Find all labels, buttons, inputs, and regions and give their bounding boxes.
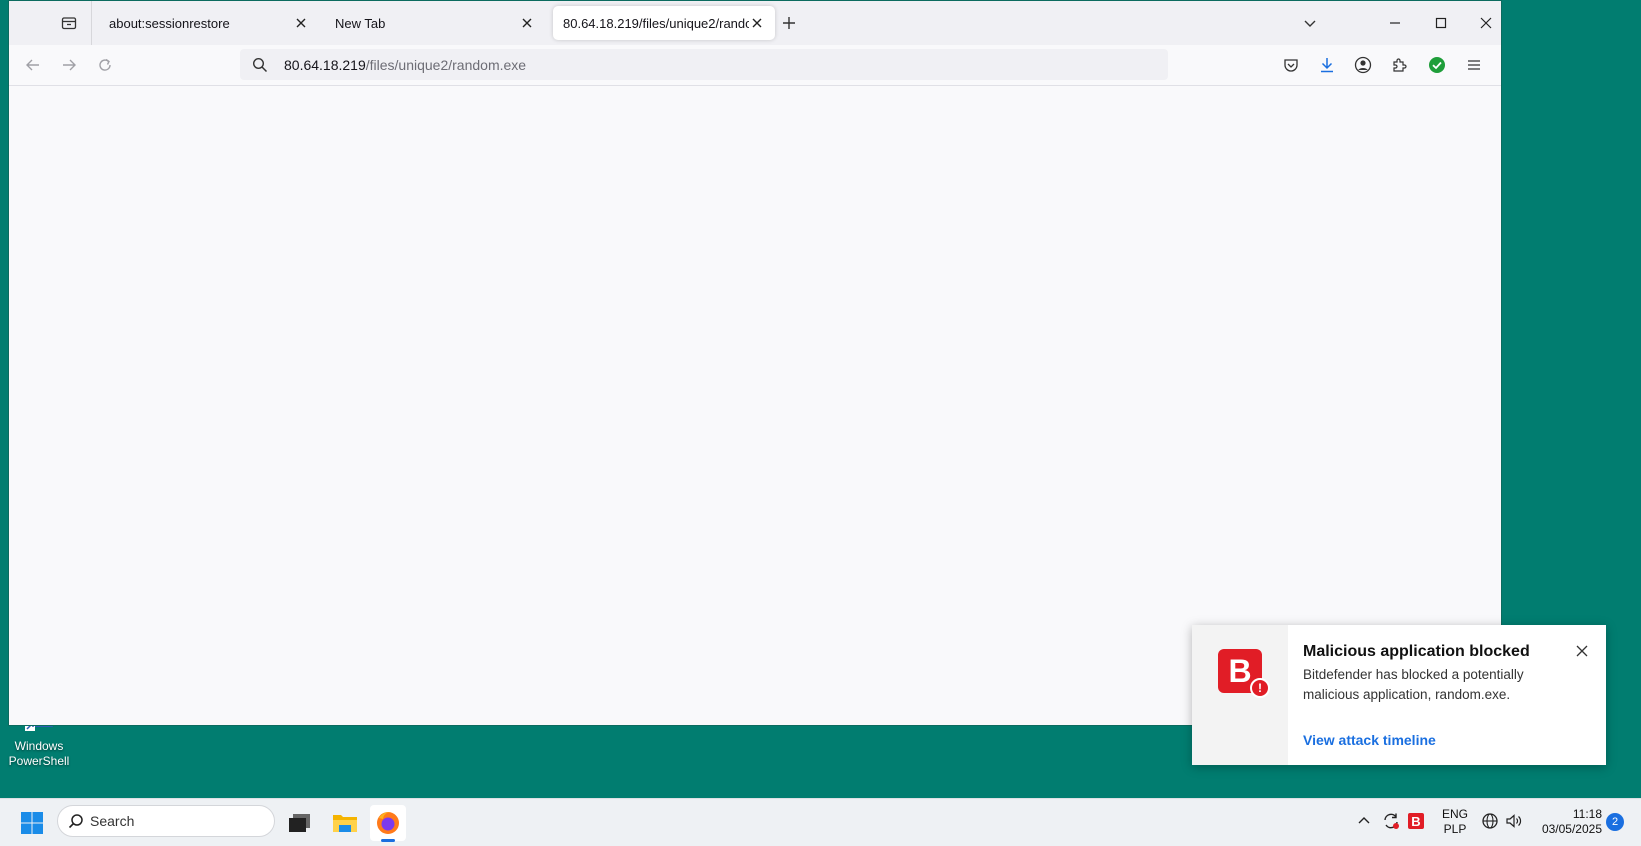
notification-title: Malicious application blocked (1303, 643, 1530, 660)
hamburger-menu-icon (1468, 60, 1480, 70)
close-icon (1480, 17, 1492, 29)
url-host: 80.64.18.219 (284, 56, 366, 73)
speaker-icon (1506, 814, 1522, 828)
notification-icon-panel: B ! (1192, 625, 1288, 765)
url-text[interactable]: 80.64.18.219/files/unique2/random.exe (284, 57, 526, 73)
reload-button[interactable] (93, 53, 117, 77)
firefox-view-icon (61, 17, 77, 30)
navigation-toolbar: 80.64.18.219/files/unique2/random.exe (9, 45, 1501, 86)
input-language-indicator[interactable]: ENG PLP (1437, 807, 1473, 837)
close-icon (296, 18, 306, 28)
taskbar: Search B ENG PLP 11:18 03/05/2025 2 (0, 798, 1641, 846)
address-bar[interactable]: 80.64.18.219/files/unique2/random.exe (240, 49, 1168, 80)
search-icon (68, 814, 83, 829)
forward-button[interactable] (57, 53, 81, 77)
close-tab-button[interactable] (749, 15, 765, 31)
back-button[interactable] (21, 53, 45, 77)
file-explorer-button[interactable] (327, 805, 363, 841)
bitdefender-extension-button[interactable] (1425, 53, 1449, 77)
search-placeholder: Search (90, 813, 135, 829)
close-tab-button[interactable] (293, 15, 309, 31)
plus-icon (783, 17, 795, 29)
tab-title: New Tab (335, 15, 386, 31)
task-view-button[interactable] (282, 805, 318, 841)
folder-icon (333, 815, 357, 832)
language-line-2: PLP (1443, 822, 1467, 836)
windows-logo-icon (21, 812, 43, 834)
check-circle-icon (1429, 57, 1445, 73)
reload-icon (99, 58, 111, 71)
bitdefender-notification[interactable]: B ! Malicious application blocked Bitdef… (1192, 625, 1606, 765)
tab-title: about:sessionrestore (109, 15, 230, 31)
downloads-button[interactable] (1315, 53, 1339, 77)
language-line-1: ENG (1441, 807, 1468, 821)
new-tab-button[interactable] (777, 11, 801, 35)
firefox-icon (377, 812, 399, 834)
notification-count-badge[interactable]: 2 (1606, 813, 1624, 831)
bitdefender-tray-icon: B (1408, 813, 1424, 829)
volume-tray-button[interactable] (1500, 807, 1528, 835)
minimize-button[interactable] (1380, 9, 1410, 37)
tab-bar: about:sessionrestore New Tab 80.64.18.21… (9, 1, 1501, 45)
warning-badge-icon: ! (1250, 678, 1270, 698)
sync-icon (1384, 813, 1399, 829)
chevron-down-icon (1304, 20, 1316, 27)
pocket-button[interactable] (1279, 53, 1303, 77)
search-icon (252, 57, 272, 73)
notification-message: Bitdefender has blocked a potentially ma… (1303, 667, 1524, 702)
minimize-icon (1390, 22, 1400, 24)
tab-session-restore[interactable]: about:sessionrestore (99, 6, 319, 40)
desktop-icon-label: Windows PowerShell (8, 739, 70, 768)
firefox-taskbar-button[interactable] (370, 805, 406, 841)
account-icon (1354, 56, 1372, 74)
notification-close-button[interactable] (1572, 641, 1592, 661)
firefox-view-button[interactable] (57, 11, 81, 35)
svg-text:B: B (1411, 814, 1420, 829)
sync-tray-button[interactable] (1377, 807, 1405, 835)
globe-icon (1482, 813, 1498, 829)
chevron-up-icon (1358, 817, 1370, 824)
tab-random-exe[interactable]: 80.64.18.219/files/unique2/random.exe (553, 6, 775, 40)
browser-window: about:sessionrestore New Tab 80.64.18.21… (8, 0, 1502, 726)
close-icon (1576, 645, 1588, 657)
clock-time: 11:18 (1572, 807, 1602, 821)
close-icon (752, 18, 762, 28)
tab-new-tab[interactable]: New Tab (325, 6, 545, 40)
arrow-left-icon (26, 59, 39, 71)
close-icon (522, 18, 532, 28)
account-button[interactable] (1351, 53, 1375, 77)
download-icon (1321, 58, 1333, 73)
system-clock[interactable]: 11:18 03/05/2025 (1530, 807, 1602, 837)
bitdefender-tray-button[interactable]: B (1402, 807, 1430, 835)
pocket-icon (1284, 59, 1298, 72)
close-window-button[interactable] (1471, 9, 1501, 37)
tab-title: 80.64.18.219/files/unique2/random.exe (563, 15, 749, 31)
close-tab-button[interactable] (519, 15, 535, 31)
taskbar-search-box[interactable]: Search (57, 805, 275, 837)
show-hidden-icons-button[interactable] (1350, 807, 1378, 835)
app-menu-button[interactable] (1462, 53, 1486, 77)
clock-date: 03/05/2025 (1541, 822, 1602, 836)
task-view-icon (289, 814, 310, 832)
arrow-right-icon (63, 59, 76, 71)
view-attack-timeline-link[interactable]: View attack timeline (1303, 732, 1436, 748)
list-all-tabs-button[interactable] (1295, 9, 1325, 37)
tab-separator (91, 1, 92, 45)
url-path: /files/unique2/random.exe (365, 56, 527, 73)
start-button[interactable] (14, 805, 50, 841)
extensions-button[interactable] (1387, 53, 1411, 77)
active-app-indicator (381, 839, 395, 842)
maximize-button[interactable] (1426, 9, 1456, 37)
maximize-icon (1435, 17, 1447, 29)
puzzle-icon (1393, 58, 1407, 72)
